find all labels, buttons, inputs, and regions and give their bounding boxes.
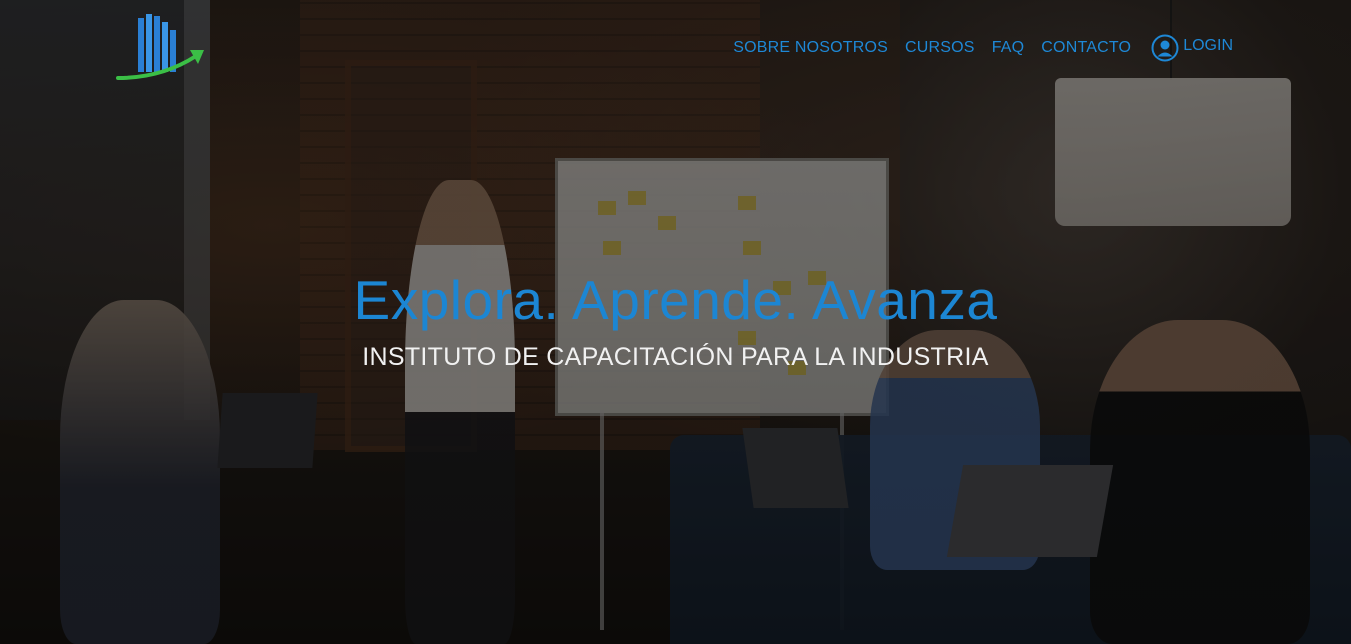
bar-chart-growth-logo[interactable] <box>112 12 208 84</box>
login-label: LOGIN <box>1183 37 1233 54</box>
nav-faq[interactable]: FAQ <box>992 39 1025 57</box>
nav-sobre-nosotros[interactable]: SOBRE NOSOTROS <box>733 39 888 57</box>
hero-subheadline: INSTITUTO DE CAPACITACIÓN PARA LA INDUST… <box>362 343 989 371</box>
nav-contacto[interactable]: CONTACTO <box>1041 39 1131 57</box>
login-button[interactable]: LOGIN <box>1151 34 1233 62</box>
user-circle-icon <box>1151 34 1179 62</box>
hero-text: Explora. Aprende. Avanza INSTITUTO DE CA… <box>0 268 1351 372</box>
hero-section: SOBRE NOSOTROS CURSOS FAQ CONTACTO LOGIN… <box>0 0 1351 644</box>
nav-cursos[interactable]: CURSOS <box>905 39 975 57</box>
main-nav: SOBRE NOSOTROS CURSOS FAQ CONTACTO LOGIN <box>733 34 1233 62</box>
hero-headline: Explora. Aprende. Avanza <box>353 269 998 331</box>
